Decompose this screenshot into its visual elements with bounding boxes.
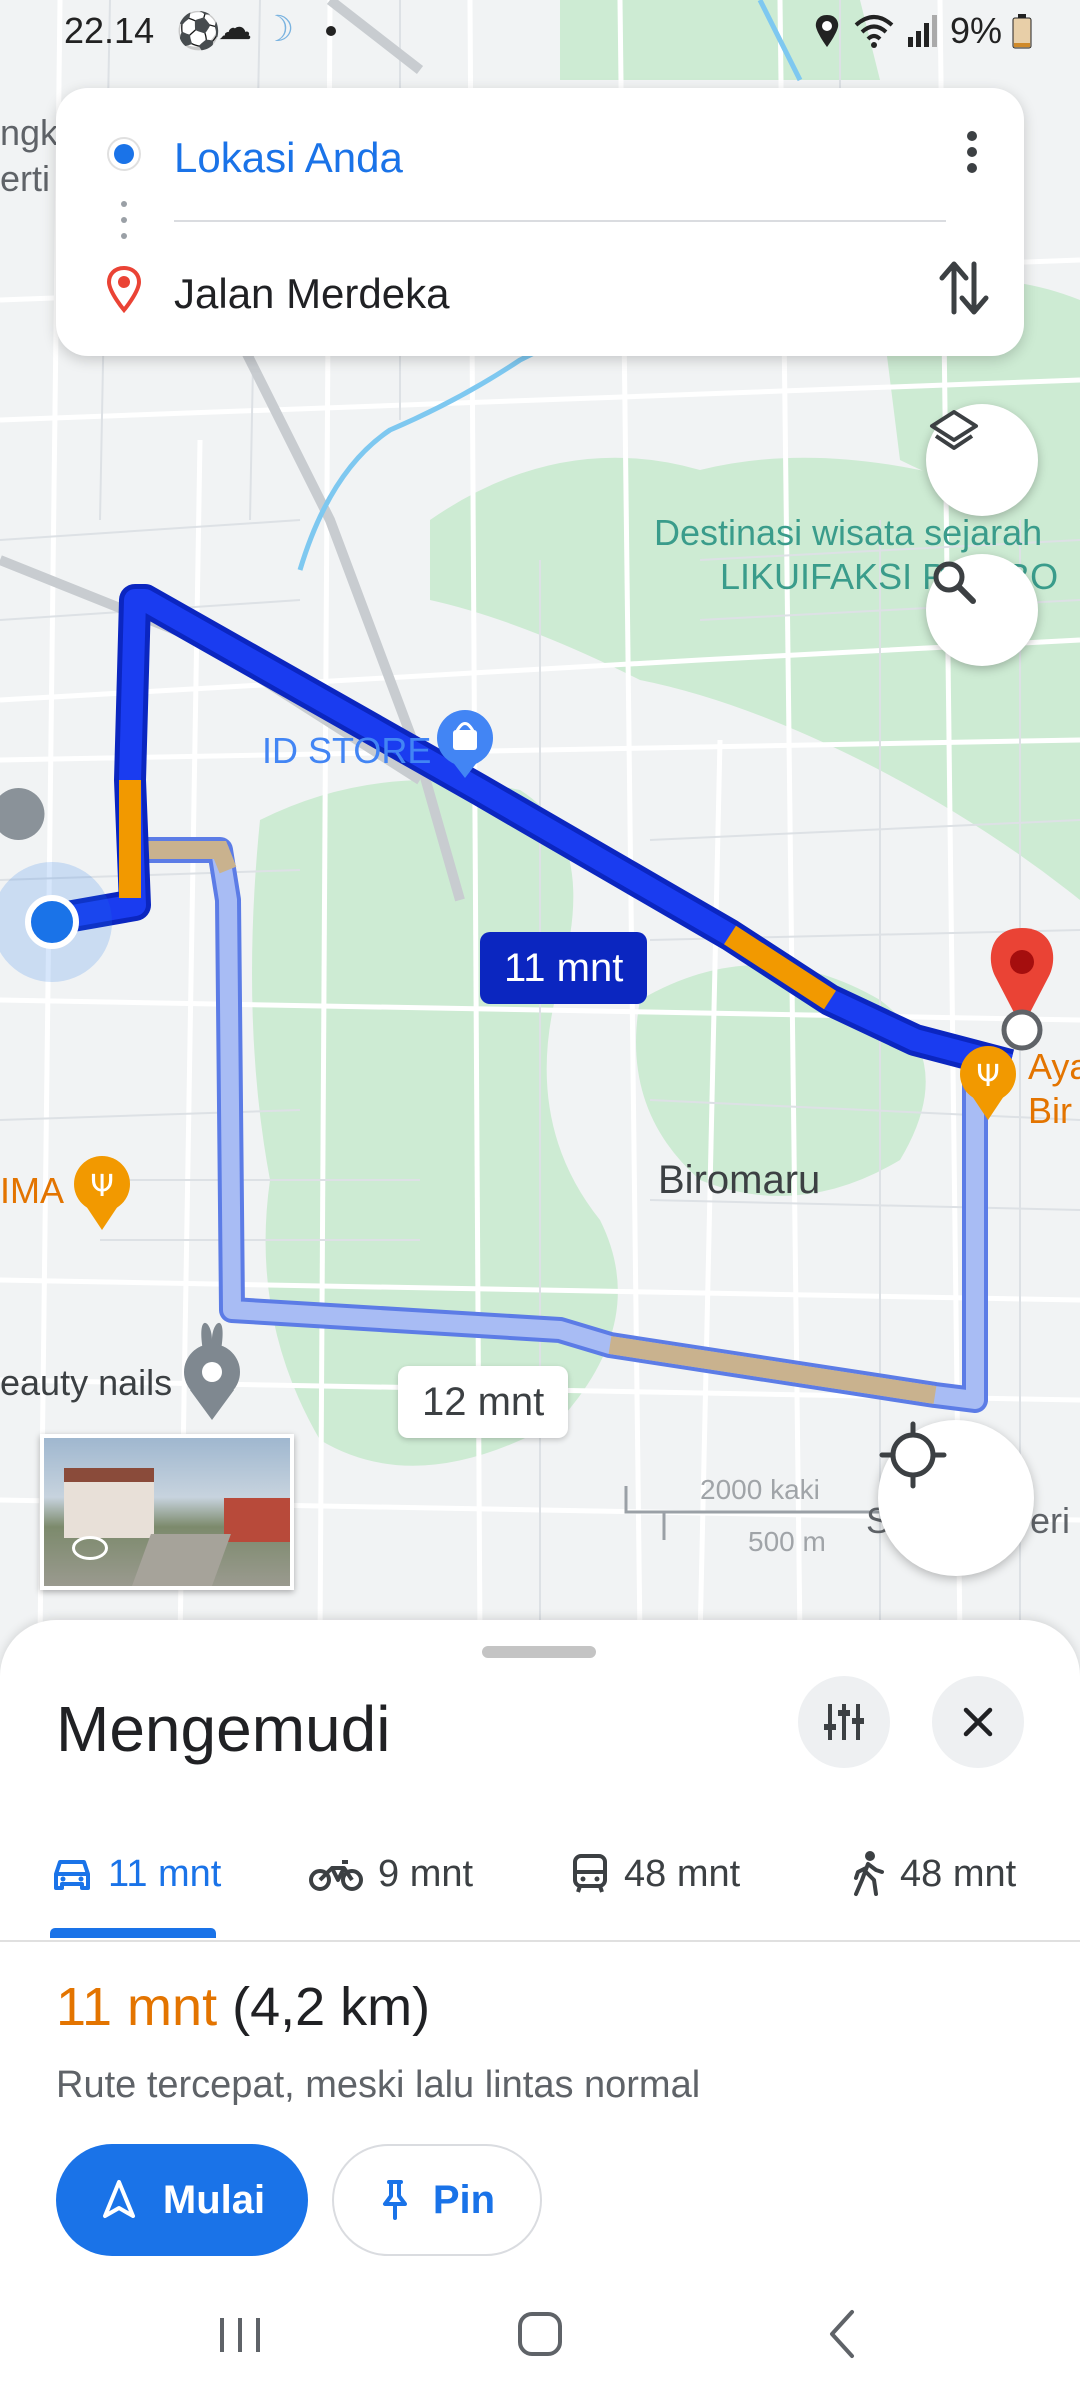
pin-icon [382, 2180, 407, 2220]
aya-label[interactable]: Aya [1028, 1046, 1080, 1088]
primary-route-time-label[interactable]: 11 mnt [480, 932, 648, 1004]
field-divider [174, 220, 946, 222]
street-view-thumbnail[interactable] [40, 1434, 294, 1590]
sheet-drag-handle[interactable] [482, 1646, 596, 1658]
layers-icon [930, 410, 978, 450]
route-duration: 11 mnt [56, 1977, 218, 2037]
swap-icon[interactable] [936, 256, 992, 320]
origin-field[interactable]: Lokasi Anda [56, 104, 1024, 204]
alternate-route-time-label[interactable]: 12 mnt [398, 1366, 569, 1438]
crosshair-icon [879, 1421, 947, 1489]
search-icon [933, 561, 976, 604]
sheet-title: Mengemudi [56, 1693, 391, 1765]
tab-walking-label: 48 mnt [900, 1852, 1017, 1895]
close-icon [963, 1707, 993, 1737]
tab-driving-label: 11 mnt [108, 1852, 222, 1895]
cloud-icon: ☁ [218, 9, 252, 47]
svg-text:Ψ: Ψ [90, 1169, 114, 1204]
street-view-rotate-icon [72, 1536, 108, 1560]
map-edge-label: erti [0, 158, 51, 199]
biromaru-label: Biromaru [658, 1158, 821, 1202]
active-tab-indicator [50, 1928, 216, 1938]
travel-mode-tabs: 11 mnt 9 mnt 48 mnt 48 mnt [0, 1820, 1080, 1942]
layers-button[interactable] [926, 404, 1038, 516]
ima-label[interactable]: IMA [0, 1170, 64, 1212]
my-location-button[interactable] [878, 1420, 1034, 1576]
car-icon [54, 1860, 90, 1890]
battery-level: 9% [949, 10, 1002, 51]
map-edge-label: eri [1030, 1500, 1071, 1541]
back-icon[interactable] [818, 2304, 868, 2364]
walking-icon [854, 1851, 884, 1896]
id-store-label[interactable]: ID STORE [262, 730, 431, 772]
start-button-label: Mulai [162, 2177, 266, 2222]
navigation-arrow-icon [102, 2180, 135, 2218]
svg-text:Ψ: Ψ [976, 1059, 1000, 1094]
motorcycle-icon [309, 1860, 363, 1891]
status-bar: 22.14 ⚽ ☁ ☽ 9% [0, 0, 1080, 70]
wifi-icon [854, 15, 894, 48]
directions-sheet: Mengemudi 11 mnt 9 mnt 48 mnt 48 mnt 11 … [0, 1620, 1080, 2408]
recent-apps-icon[interactable] [210, 2310, 270, 2360]
search-button[interactable] [926, 554, 1038, 666]
destination-marker-icon [106, 265, 142, 314]
tab-motorcycle-label: 9 mnt [378, 1852, 474, 1895]
poi-tourism-label[interactable]: Destinasi wisata sejarah [654, 512, 1042, 554]
route-summary: 11 mnt (4,2 km) [56, 1976, 430, 2038]
close-button[interactable] [932, 1676, 1024, 1768]
pin-button[interactable]: Pin [332, 2144, 542, 2256]
more-options-icon[interactable] [952, 124, 992, 184]
tab-driving[interactable]: 11 mnt [50, 1844, 221, 1904]
current-location-dot [25, 895, 79, 949]
directions-card: Lokasi Anda Jalan Merdeka [56, 88, 1024, 356]
route-distance: (4,2 km) [232, 1977, 431, 2037]
bir-label[interactable]: Bir [1028, 1090, 1072, 1132]
signal-icon [907, 15, 937, 47]
scale-feet-label: 2000 kaki [700, 1474, 820, 1505]
origin-label: Lokasi Anda [174, 134, 403, 181]
origin-dot-icon [107, 137, 141, 171]
pin-button-label: Pin [432, 2177, 496, 2222]
route-options-button[interactable] [798, 1676, 890, 1768]
status-time: 22.14 [64, 10, 155, 51]
destination-field[interactable]: Jalan Merdeka [56, 240, 1024, 340]
tab-walking[interactable]: 48 mnt [850, 1844, 1016, 1904]
dot-icon [326, 26, 336, 36]
system-navigation-bar [0, 2280, 1080, 2408]
location-icon [815, 15, 839, 47]
start-button[interactable]: Mulai [56, 2144, 308, 2256]
battery-icon [1012, 14, 1032, 49]
moon-icon: ☽ [262, 8, 295, 49]
beauty-nails-label[interactable]: eauty nails [0, 1362, 172, 1404]
home-icon[interactable] [510, 2304, 570, 2364]
scale-meters-label: 500 m [748, 1526, 826, 1557]
tab-motorcycle[interactable]: 9 mnt [308, 1844, 473, 1904]
tab-transit-label: 48 mnt [624, 1852, 741, 1895]
soccer-ball-icon: ⚽ [176, 10, 221, 51]
sliders-icon [824, 1704, 864, 1740]
route-note: Rute tercepat, meski lalu lintas normal [56, 2064, 701, 2106]
map-edge-label: ngk [0, 112, 59, 153]
transit-icon [573, 1854, 607, 1893]
tab-transit[interactable]: 48 mnt [570, 1844, 740, 1904]
destination-label: Jalan Merdeka [174, 270, 450, 317]
